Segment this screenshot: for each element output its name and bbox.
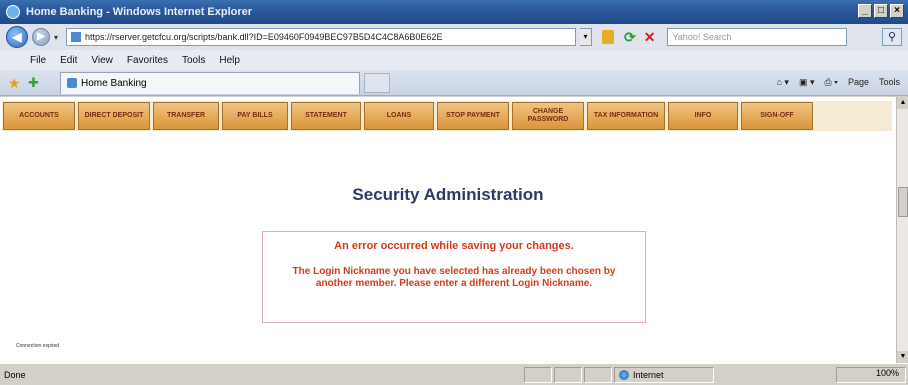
address-dropdown-icon[interactable]: ▾ bbox=[580, 28, 592, 46]
zone-label: Internet bbox=[633, 369, 664, 380]
nav-sign-off[interactable]: SIGN-OFF bbox=[741, 102, 813, 130]
maximize-button[interactable]: □ bbox=[874, 4, 888, 18]
menu-tools[interactable]: Tools bbox=[182, 55, 205, 66]
nav-transfer[interactable]: TRANSFER bbox=[153, 102, 219, 130]
status-bar: Done Internet 100% bbox=[0, 363, 908, 385]
command-bar: ⌂ ▾ ▣ ▾ ⎙ ▾ Page Tools bbox=[776, 77, 908, 88]
status-cell bbox=[584, 366, 612, 383]
search-icon[interactable]: ⚲ bbox=[882, 28, 902, 46]
scroll-up-icon[interactable]: ▲ bbox=[897, 97, 908, 109]
menu-help[interactable]: Help bbox=[219, 55, 240, 66]
error-box: An error occurred while saving your chan… bbox=[262, 231, 646, 323]
stop-icon[interactable]: ✕ bbox=[644, 29, 656, 46]
nav-direct-deposit[interactable]: DIRECT DEPOSIT bbox=[78, 102, 150, 130]
lock-icon[interactable] bbox=[602, 30, 614, 44]
security-zone[interactable]: Internet bbox=[614, 366, 714, 383]
window-controls: _ □ × bbox=[858, 4, 904, 18]
tab-home-banking[interactable]: Home Banking bbox=[60, 71, 360, 94]
refresh-icon[interactable]: ⟳ bbox=[624, 29, 636, 46]
ie-icon bbox=[6, 5, 20, 19]
scroll-down-icon[interactable]: ▼ bbox=[897, 351, 908, 363]
feeds-icon[interactable]: ▣ ▾ bbox=[799, 77, 815, 88]
page-menu[interactable]: Page bbox=[848, 77, 869, 88]
page-icon bbox=[71, 32, 81, 42]
bank-nav-bar: ACCOUNTS DIRECT DEPOSIT TRANSFER PAY BILLS S… bbox=[2, 101, 892, 131]
zoom-level[interactable]: 100% bbox=[836, 366, 906, 383]
minimize-button[interactable]: _ bbox=[858, 4, 872, 18]
favorites-star-icon[interactable]: ★ bbox=[8, 76, 22, 90]
address-row: ◀ ▶ ▾ https://rserver.getcfcu.org/script… bbox=[0, 24, 908, 50]
page-title: Security Administration bbox=[352, 185, 544, 204]
status-cell bbox=[554, 366, 582, 383]
status-text: Done bbox=[4, 369, 26, 380]
title-bar: Home Banking - Windows Internet Explorer… bbox=[0, 0, 908, 24]
add-favorite-icon[interactable]: ✚ bbox=[28, 75, 42, 90]
globe-icon bbox=[619, 369, 629, 380]
status-cell bbox=[524, 366, 552, 383]
nav-accounts[interactable]: ACCOUNTS bbox=[3, 102, 75, 130]
tools-menu[interactable]: Tools bbox=[879, 77, 900, 88]
nav-change-password[interactable]: CHANGE PASSWORD bbox=[512, 102, 584, 130]
nav-stop-payment[interactable]: STOP PAYMENT bbox=[437, 102, 509, 130]
menu-favorites[interactable]: Favorites bbox=[127, 55, 168, 66]
nav-info[interactable]: INFO bbox=[668, 102, 738, 130]
error-title: An error occurred while saving your chan… bbox=[334, 240, 574, 252]
print-icon[interactable]: ⎙ ▾ bbox=[824, 77, 837, 88]
nav-tax-information[interactable]: TAX INFORMATION bbox=[587, 102, 665, 130]
address-url: https://rserver.getcfcu.org/scripts/bank… bbox=[85, 32, 443, 42]
page-content: ACCOUNTS DIRECT DEPOSIT TRANSFER PAY BILLS S… bbox=[0, 97, 896, 363]
vertical-scrollbar[interactable]: ▲ ▼ bbox=[896, 97, 908, 363]
close-button[interactable]: × bbox=[890, 4, 904, 18]
nav-pay-bills[interactable]: PAY BILLS bbox=[222, 102, 288, 130]
menu-file[interactable]: File bbox=[30, 55, 46, 66]
error-message: The Login Nickname you have selected has… bbox=[292, 266, 616, 289]
history-dropdown-icon[interactable]: ▾ bbox=[54, 33, 62, 42]
tab-row: ★ ✚ Home Banking ⌂ ▾ ▣ ▾ ⎙ ▾ Page Tools bbox=[0, 70, 908, 96]
scroll-thumb[interactable] bbox=[898, 187, 908, 217]
search-input[interactable]: Yahoo! Search bbox=[667, 28, 848, 46]
menu-bar: File Edit View Favorites Tools Help bbox=[0, 50, 908, 70]
tab-label: Home Banking bbox=[81, 77, 147, 89]
nav-loans[interactable]: LOANS bbox=[364, 102, 434, 130]
window-title: Home Banking - Windows Internet Explorer bbox=[26, 6, 253, 18]
back-button[interactable]: ◀ bbox=[6, 26, 28, 48]
new-tab-button[interactable] bbox=[364, 72, 390, 93]
tab-page-icon bbox=[67, 78, 77, 88]
address-bar[interactable]: https://rserver.getcfcu.org/scripts/bank… bbox=[66, 28, 576, 46]
menu-edit[interactable]: Edit bbox=[60, 55, 77, 66]
nav-statement[interactable]: STATEMENT bbox=[291, 102, 361, 130]
menu-view[interactable]: View bbox=[91, 55, 113, 66]
footnote: Connection expired bbox=[16, 343, 60, 349]
home-icon[interactable]: ⌂ ▾ bbox=[776, 77, 788, 88]
forward-button[interactable]: ▶ bbox=[32, 28, 50, 46]
